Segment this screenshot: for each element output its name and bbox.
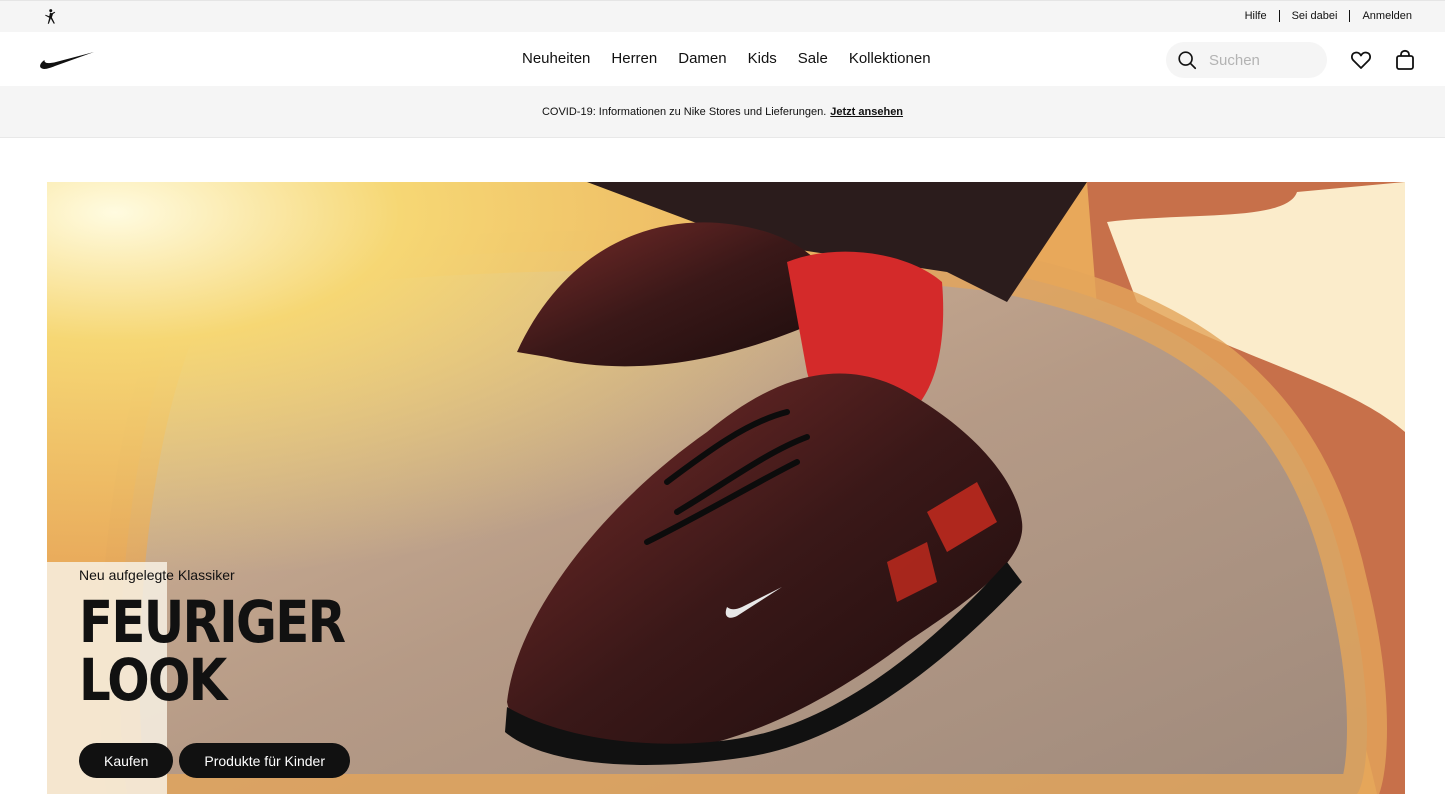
nav-item-new[interactable]: Neuheiten <box>522 50 590 67</box>
nav-item-sale[interactable]: Sale <box>798 50 828 67</box>
heart-icon <box>1350 51 1372 69</box>
utility-bar: Hilfe Sei dabei Anmelden <box>0 0 1445 32</box>
hero-subtitle: Neu aufgelegte Klassiker <box>79 567 235 583</box>
bag-icon <box>1396 49 1414 70</box>
favorites-button[interactable] <box>1349 48 1373 72</box>
join-link[interactable]: Sei dabei <box>1292 10 1338 22</box>
shop-button[interactable]: Kaufen <box>79 743 174 778</box>
sign-in-link[interactable]: Anmelden <box>1362 10 1412 22</box>
hero-buttons: Kaufen Produkte für Kinder <box>79 743 350 778</box>
banner-text: COVID-19: Informationen zu Nike Stores u… <box>541 105 827 118</box>
help-link[interactable]: Hilfe <box>1245 10 1267 22</box>
nav-item-collections[interactable]: Kollektionen <box>849 50 931 67</box>
nav-links: Neuheiten Herren Damen Kids Sale Kollekt… <box>522 50 931 67</box>
covid-banner: COVID-19: Informationen zu Nike Stores u… <box>0 86 1445 138</box>
search-button[interactable] <box>1169 42 1205 78</box>
nav-item-women[interactable]: Damen <box>678 50 726 67</box>
hero-section[interactable]: Neu aufgelegte Klassiker FEURIGER LOOK K… <box>47 182 1405 794</box>
search-box[interactable] <box>1166 42 1327 78</box>
nav-item-kids[interactable]: Kids <box>748 50 777 67</box>
main-nav: Neuheiten Herren Damen Kids Sale Kollekt… <box>0 32 1445 86</box>
jordan-logo-icon[interactable] <box>41 8 59 26</box>
nike-swoosh-icon[interactable] <box>38 49 94 71</box>
divider <box>1278 10 1280 22</box>
hero-content: Neu aufgelegte Klassiker FEURIGER LOOK <box>79 567 387 709</box>
kids-products-button[interactable]: Produkte für Kinder <box>179 743 350 778</box>
nav-item-men[interactable]: Herren <box>611 50 657 67</box>
hero-title-line1: FEURIGER <box>79 588 346 656</box>
bag-button[interactable] <box>1393 48 1417 72</box>
banner-link[interactable]: Jetzt ansehen <box>830 106 903 118</box>
search-icon <box>1178 51 1197 70</box>
hero-title-line2: LOOK <box>79 646 227 714</box>
utility-links: Hilfe Sei dabei Anmelden <box>1245 10 1412 22</box>
divider <box>1349 10 1351 22</box>
search-input[interactable] <box>1209 51 1319 69</box>
hero-title: FEURIGER LOOK <box>79 588 346 714</box>
